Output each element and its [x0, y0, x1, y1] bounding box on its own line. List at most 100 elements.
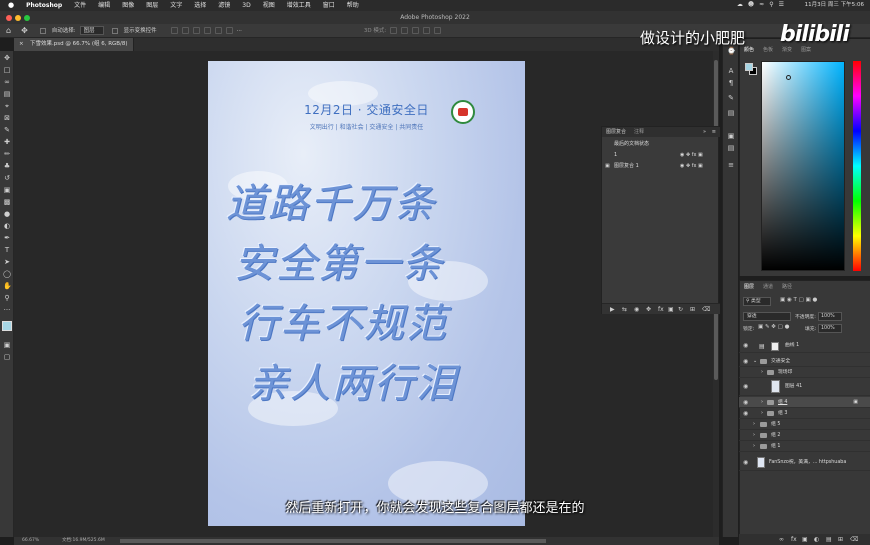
color-picker-field[interactable] — [761, 61, 845, 271]
tab-layer-comps[interactable]: 图层复合 — [606, 127, 626, 137]
paragraph-panel-icon[interactable]: ¶ — [727, 79, 735, 87]
wifi-icon[interactable]: ≈ — [759, 1, 764, 8]
horizontal-scrollbar[interactable] — [120, 539, 546, 543]
transform-controls-checkbox[interactable] — [111, 27, 118, 34]
collapse-panel-icon[interactable]: » — [703, 127, 706, 137]
layer-group-row[interactable]: › 组 1 — [739, 441, 870, 452]
layer-group-row[interactable]: ◉ ⌄ 交通安全 — [739, 356, 870, 367]
layer-group-row[interactable]: ◉ › 组 3 — [739, 408, 870, 419]
eraser-tool-icon[interactable]: ▣ — [3, 186, 11, 194]
3d-scale-icon[interactable] — [434, 27, 442, 34]
visibility-icon[interactable]: ◉ ✥ fx ▣ — [680, 161, 703, 172]
layer-group-row[interactable]: › 组 2 — [739, 430, 870, 441]
marquee-tool-icon[interactable]: □ — [3, 66, 11, 74]
tab-notes[interactable]: 注释 — [634, 127, 644, 137]
lasso-tool-icon[interactable]: ∞ — [3, 78, 11, 86]
zoom-level[interactable]: 66.67% — [22, 537, 39, 545]
gradient-tool-icon[interactable]: ▩ — [3, 198, 11, 206]
hand-tool-icon[interactable]: ✋ — [3, 282, 12, 290]
zoom-window-button[interactable] — [24, 15, 30, 21]
new-layer-icon[interactable]: ⊞ — [838, 534, 843, 545]
healing-brush-tool-icon[interactable]: ✚ — [3, 138, 11, 146]
chevron-right-icon[interactable]: › — [753, 441, 755, 452]
layer-comp-row[interactable]: ▣ 图层复合 1 ◉ ✥ fx ▣ — [602, 161, 720, 172]
update-visibility-icon[interactable]: ◉ — [634, 304, 639, 315]
cloud-icon[interactable]: ☁ — [737, 1, 743, 8]
move-tool-icon[interactable]: ✥ — [21, 24, 28, 38]
3d-orbit-icon[interactable] — [390, 27, 398, 34]
clone-stamp-tool-icon[interactable]: ♣ — [3, 162, 11, 170]
layer-filter-kind-dropdown[interactable]: ⚲ 类型 — [743, 297, 771, 306]
document-size[interactable]: 文档:16.9M/525.6M — [62, 537, 105, 545]
foreground-color-swatch[interactable] — [2, 321, 12, 331]
layer-row[interactable]: ◉ 图层 41 — [739, 378, 870, 396]
tab-paths[interactable]: 路径 — [782, 283, 792, 292]
tab-color[interactable]: 颜色 — [744, 45, 754, 55]
chevron-right-icon[interactable]: › — [753, 419, 755, 430]
color-picker-cursor[interactable] — [786, 75, 791, 80]
3d-pan-icon[interactable] — [412, 27, 420, 34]
delete-layer-icon[interactable]: ⌫ — [850, 534, 858, 545]
add-mask-icon[interactable]: ▣ — [802, 534, 808, 545]
layer-group-row[interactable]: › 现场印 — [739, 367, 870, 378]
glyphs-panel-icon[interactable]: ▤ — [727, 109, 735, 117]
document-tab[interactable]: × 下雪效果.psd @ 66.7% (组 6, RGB/8) — [14, 38, 134, 51]
visibility-eye-icon[interactable]: ◉ — [743, 457, 748, 468]
history-brush-tool-icon[interactable]: ↺ — [3, 174, 11, 182]
layer-comp-last-state[interactable]: 最后的文档状态 — [602, 139, 720, 150]
menu-window[interactable]: 窗口 — [317, 0, 341, 11]
3d-roll-icon[interactable] — [401, 27, 409, 34]
menu-3d[interactable]: 3D — [236, 0, 256, 11]
menu-file[interactable]: 文件 — [68, 0, 92, 11]
quick-mask-icon[interactable]: ▣ — [3, 341, 11, 349]
dodge-tool-icon[interactable]: ◐ — [3, 222, 11, 230]
tab-layers[interactable]: 图层 — [744, 283, 754, 292]
layer-row[interactable]: ◉ FanSnzo祝，美满，... httpshuaba — [739, 455, 870, 471]
hue-slider[interactable] — [853, 61, 861, 271]
character-panel-icon[interactable]: A — [727, 67, 735, 75]
menu-filter[interactable]: 滤镜 — [212, 0, 236, 11]
lock-icons[interactable]: ▣ ✎ ✥ ▢ ● — [758, 324, 789, 330]
home-icon[interactable]: ⌂ — [6, 24, 11, 38]
blur-tool-icon[interactable]: ● — [3, 210, 11, 218]
update-smart-object-icon[interactable]: ▣ — [668, 304, 674, 315]
search-icon[interactable]: ⚲ — [769, 1, 773, 8]
tab-channels[interactable]: 通道 — [763, 283, 773, 292]
refresh-icon[interactable]: ↻ — [678, 304, 683, 315]
pen-tool-icon[interactable]: ✒ — [3, 234, 11, 242]
delete-comp-icon[interactable]: ⌫ — [702, 304, 710, 315]
chevron-right-icon[interactable]: › — [753, 430, 755, 441]
align-middle-icon[interactable] — [214, 27, 222, 34]
type-tool-icon[interactable]: T — [3, 246, 11, 254]
tab-swatches[interactable]: 色板 — [763, 45, 773, 55]
layer-filter-icons[interactable]: ▣ ◉ T ▢ ▣ ● — [780, 297, 817, 303]
chevron-right-icon[interactable]: › — [761, 408, 763, 419]
shape-tool-icon[interactable]: ◯ — [3, 270, 11, 278]
menu-plugins[interactable]: 增效工具 — [281, 0, 317, 11]
layer-row[interactable]: ◉ ▤ 曲线 1 — [739, 340, 870, 353]
foreground-color-swatch[interactable] — [745, 63, 753, 71]
chevron-right-icon[interactable]: › — [761, 397, 763, 408]
visibility-eye-icon[interactable]: ◉ — [743, 356, 748, 367]
minimize-window-button[interactable] — [15, 15, 21, 21]
adjustment-layer-icon[interactable]: ◐ — [814, 534, 819, 545]
new-comp-icon[interactable]: ⊞ — [690, 304, 695, 315]
menu-help[interactable]: 帮助 — [341, 0, 365, 11]
update-position-icon[interactable]: ✥ — [646, 304, 651, 315]
menu-app[interactable]: Photoshop — [20, 0, 68, 11]
visibility-eye-icon[interactable]: ◉ — [743, 340, 748, 351]
visibility-eye-icon[interactable]: ◉ — [743, 381, 748, 392]
blend-mode-dropdown[interactable]: 穿透 — [743, 312, 791, 321]
visibility-eye-icon[interactable]: ◉ — [743, 397, 748, 408]
layer-comp-row[interactable]: 1 ◉ ✥ fx ▣ — [602, 150, 720, 161]
close-window-button[interactable] — [6, 15, 12, 21]
align-left-icon[interactable] — [170, 27, 178, 34]
control-center-icon[interactable]: ☰ — [779, 1, 784, 8]
eyedropper-tool-icon[interactable]: ✎ — [3, 126, 11, 134]
menu-image[interactable]: 图像 — [116, 0, 140, 11]
apply-previous-icon[interactable]: ▶ — [610, 304, 615, 315]
align-bottom-icon[interactable] — [225, 27, 233, 34]
3d-slide-icon[interactable] — [423, 27, 431, 34]
auto-select-checkbox[interactable] — [39, 27, 46, 34]
opacity-input[interactable]: 100% — [818, 312, 842, 321]
